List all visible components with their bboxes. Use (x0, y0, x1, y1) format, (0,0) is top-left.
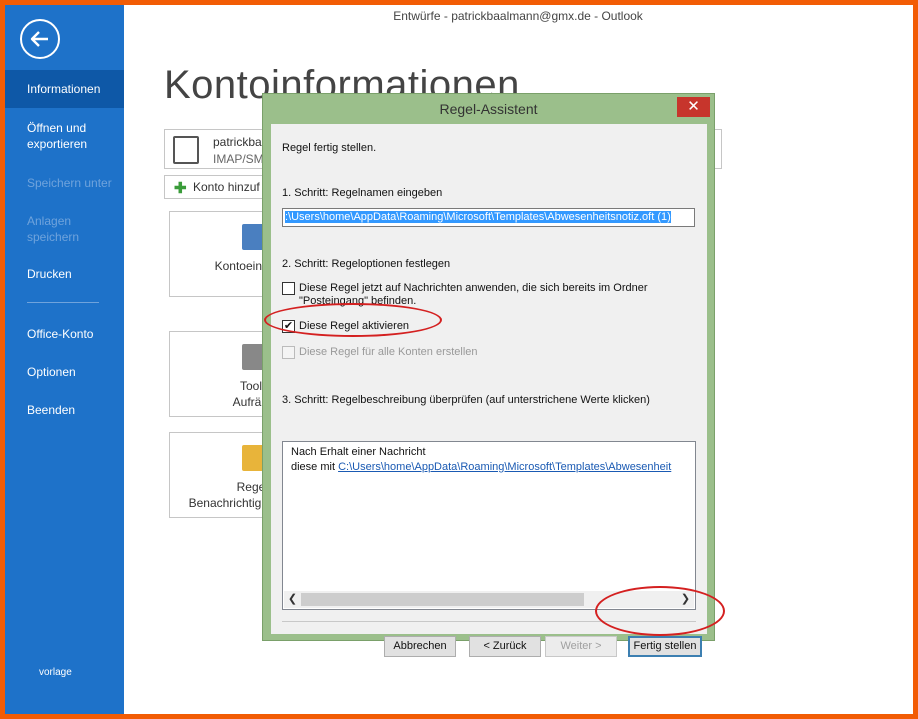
back-step-button[interactable]: < Zurück (469, 636, 541, 657)
nav-divider (27, 302, 99, 303)
nav-label: Anlagen (27, 214, 72, 228)
horizontal-scrollbar[interactable]: ❮ ❯ (284, 591, 694, 608)
back-button[interactable] (20, 19, 60, 59)
nav-anlagen-speichern: Anlagen speichern (5, 213, 124, 245)
window-title-text: Entwürfe - patrickbaalmann@gmx.de - Outl… (393, 9, 643, 23)
dialog-title: Regel-Assistent (439, 101, 538, 117)
scroll-right-icon[interactable]: ❯ (677, 591, 694, 608)
outlook-window: Informationen Öffnen und exportieren Spei… (5, 5, 913, 714)
dialog-divider (282, 621, 696, 622)
add-account-label: Konto hinzuf (193, 180, 260, 194)
nav-office-konto[interactable]: Office-Konto (5, 326, 124, 342)
rule-name-value: :\Users\home\AppData\Roaming\Microsoft\T… (285, 211, 671, 223)
scroll-left-icon[interactable]: ❮ (284, 591, 301, 608)
nav-informationen[interactable]: Informationen (5, 70, 124, 108)
account-icon (173, 136, 199, 164)
window-title: Entwürfe - patrickbaalmann@gmx.de - Outl… (5, 9, 913, 23)
nav-speichern-unter: Speichern unter (5, 175, 124, 191)
rules-wizard-dialog: Regel-Assistent ✕ Regel fertig stellen. … (262, 93, 715, 657)
rules-icon (242, 445, 264, 471)
account-name: patrickba (213, 135, 262, 149)
nav-label: Beenden (27, 403, 76, 417)
close-icon[interactable]: ✕ (677, 97, 710, 117)
all-accounts-label: Diese Regel für alle Konten erstellen (299, 346, 478, 358)
nav-label: Drucken (27, 267, 72, 281)
nav-label: exportieren (27, 137, 88, 151)
description-line: Nach Erhalt einer Nachricht (291, 446, 426, 458)
description-text: diese mit (291, 461, 339, 473)
nav-optionen[interactable]: Optionen (5, 364, 124, 380)
backstage-sidebar: Informationen Öffnen und exportieren Spei… (5, 5, 124, 714)
nav-label: Speichern unter (27, 176, 112, 190)
next-button: Weiter > (545, 636, 617, 657)
nav-beenden[interactable]: Beenden (5, 402, 124, 418)
description-line: diese mit C:\Users\home\AppData\Roaming\… (291, 461, 691, 473)
nav-label: Informationen (27, 82, 101, 96)
dialog-heading: Regel fertig stellen. (282, 142, 377, 154)
tools-icon (242, 344, 264, 370)
apply-now-checkbox[interactable] (282, 282, 295, 295)
nav-drucken[interactable]: Drucken (5, 266, 124, 282)
activate-rule-checkbox[interactable]: ✔ (282, 320, 295, 333)
account-type: IMAP/SM (213, 152, 264, 166)
sidebar-footer: vorlage (39, 667, 72, 678)
account-settings-icon (242, 224, 264, 250)
step2-label: 2. Schritt: Regeloptionen festlegen (282, 258, 451, 270)
template-path-link[interactable]: C:\Users\home\AppData\Roaming\Microsoft\… (338, 461, 671, 473)
rule-name-input[interactable]: :\Users\home\AppData\Roaming\Microsoft\T… (282, 208, 695, 227)
apply-now-label: Diese Regel jetzt auf Nachrichten anwend… (299, 282, 648, 308)
option-label: Diese Regel jetzt auf Nachrichten anwend… (299, 282, 648, 294)
cancel-button[interactable]: Abbrechen (384, 636, 456, 657)
step3-label: 3. Schritt: Regelbeschreibung überprüfen… (282, 394, 650, 406)
checkmark-icon: ✔ (283, 320, 294, 332)
add-account-button[interactable]: ✚ Konto hinzuf (164, 175, 276, 199)
nav-label: speichern (27, 230, 80, 244)
back-arrow-icon (30, 31, 48, 47)
finish-button[interactable]: Fertig stellen (628, 636, 702, 657)
rule-description-box: Nach Erhalt einer Nachricht diese mit C:… (282, 441, 696, 610)
nav-oeffnen-exportieren[interactable]: Öffnen und exportieren (5, 120, 124, 152)
scrollbar-thumb[interactable] (301, 593, 584, 606)
plus-icon: ✚ (174, 180, 187, 197)
option-label: "Posteingang" befinden. (299, 295, 417, 307)
step1-label: 1. Schritt: Regelnamen eingeben (282, 187, 443, 199)
dialog-body: Regel fertig stellen. 1. Schritt: Regeln… (271, 124, 707, 657)
nav-label: Office-Konto (27, 327, 94, 341)
all-accounts-checkbox (282, 346, 295, 359)
nav-label: Öffnen und (27, 121, 87, 135)
activate-rule-label: Diese Regel aktivieren (299, 320, 410, 332)
nav-label: Optionen (27, 365, 76, 379)
